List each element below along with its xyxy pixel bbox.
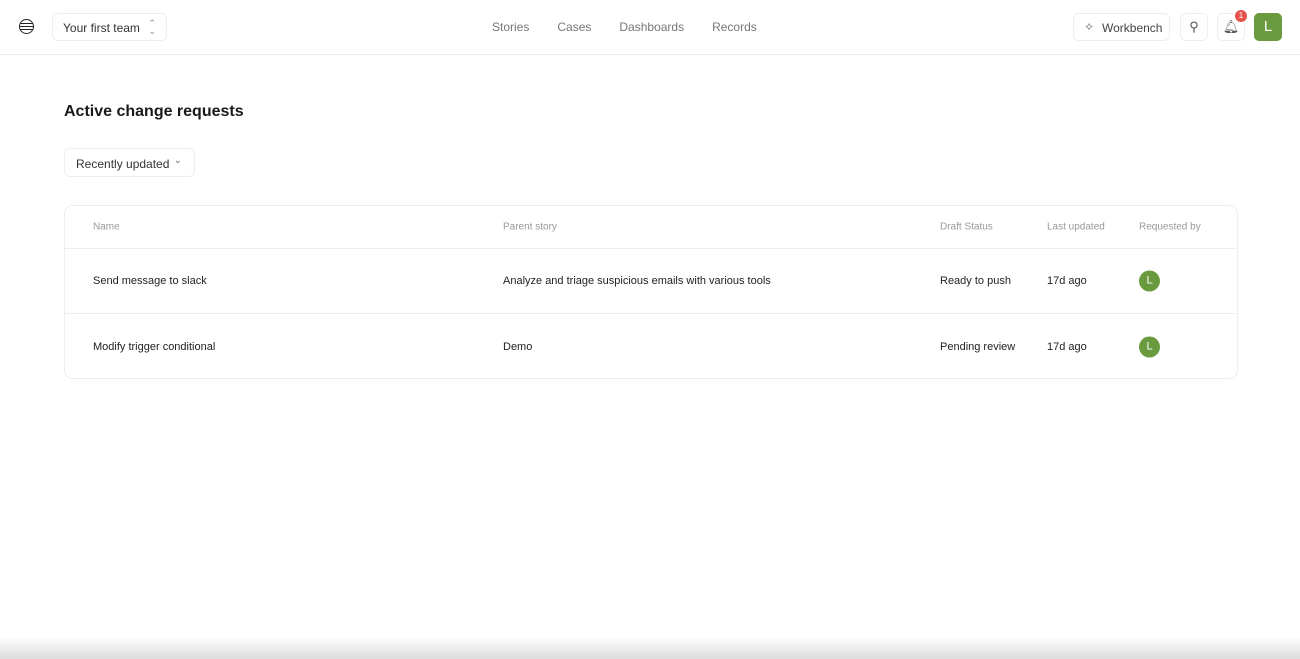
- top-bar: Your first team ⌃ ⌄ Stories Cases Dashboar…: [0, 0, 1300, 55]
- row-status: Ready to push: [940, 275, 1011, 287]
- page-title: Active change requests: [64, 103, 244, 120]
- bottom-shadow: [0, 637, 1300, 659]
- user-avatar[interactable]: L: [1254, 13, 1282, 41]
- search-button[interactable]: ⚲: [1180, 13, 1208, 41]
- chevron-up-down-icon: ⌃ ⌄: [148, 18, 156, 36]
- col-requested-by: Requested by: [1139, 221, 1201, 233]
- row-name: Modify trigger conditional: [93, 340, 216, 353]
- sort-label: Recently updated: [76, 157, 170, 171]
- row-updated: 17d ago: [1047, 340, 1087, 353]
- chevron-down-icon: ⌄: [173, 155, 182, 166]
- row-name: Send message to slack: [93, 275, 207, 287]
- table-row[interactable]: Modify trigger conditional Demo Pending …: [65, 314, 1237, 379]
- col-name: Name: [93, 221, 120, 233]
- nav-cases[interactable]: Cases: [557, 20, 591, 34]
- workbench-button[interactable]: ✧ Workbench: [1073, 13, 1170, 41]
- row-parent-story: Analyze and triage suspicious emails wit…: [503, 275, 771, 287]
- notifications-button[interactable]: 🔔︎ 1: [1217, 10, 1247, 41]
- main-nav: Stories Cases Dashboards Records: [492, 20, 757, 34]
- nav-dashboards[interactable]: Dashboards: [619, 20, 684, 34]
- workbench-label: Workbench: [1102, 21, 1163, 35]
- bell-icon: 🔔︎: [1222, 19, 1240, 34]
- search-icon: ⚲: [1189, 19, 1199, 34]
- col-last-updated: Last updated: [1047, 221, 1105, 233]
- col-draft-status: Draft Status: [940, 221, 993, 233]
- nav-records[interactable]: Records: [712, 20, 757, 34]
- row-status: Pending review: [940, 340, 1016, 353]
- sparkle-icon: ✧: [1084, 20, 1095, 34]
- avatar: L: [1139, 336, 1160, 357]
- row-updated: 17d ago: [1047, 275, 1087, 287]
- table-header: Name Parent story Draft Status Last upda…: [65, 206, 1237, 249]
- team-name: Your first team: [63, 21, 140, 35]
- change-requests-table: Name Parent story Draft Status Last upda…: [64, 205, 1238, 379]
- nav-stories[interactable]: Stories: [492, 20, 529, 34]
- table-row[interactable]: Send message to slack Analyze and triage…: [65, 249, 1237, 314]
- row-parent-story: Demo: [503, 340, 533, 353]
- team-switcher[interactable]: Your first team ⌃ ⌄: [52, 13, 167, 41]
- avatar: L: [1139, 270, 1160, 292]
- col-parent-story: Parent story: [503, 221, 557, 233]
- sort-dropdown[interactable]: Recently updated ⌄: [64, 148, 195, 177]
- logo-icon[interactable]: [19, 19, 34, 34]
- notification-badge: 1: [1235, 10, 1247, 22]
